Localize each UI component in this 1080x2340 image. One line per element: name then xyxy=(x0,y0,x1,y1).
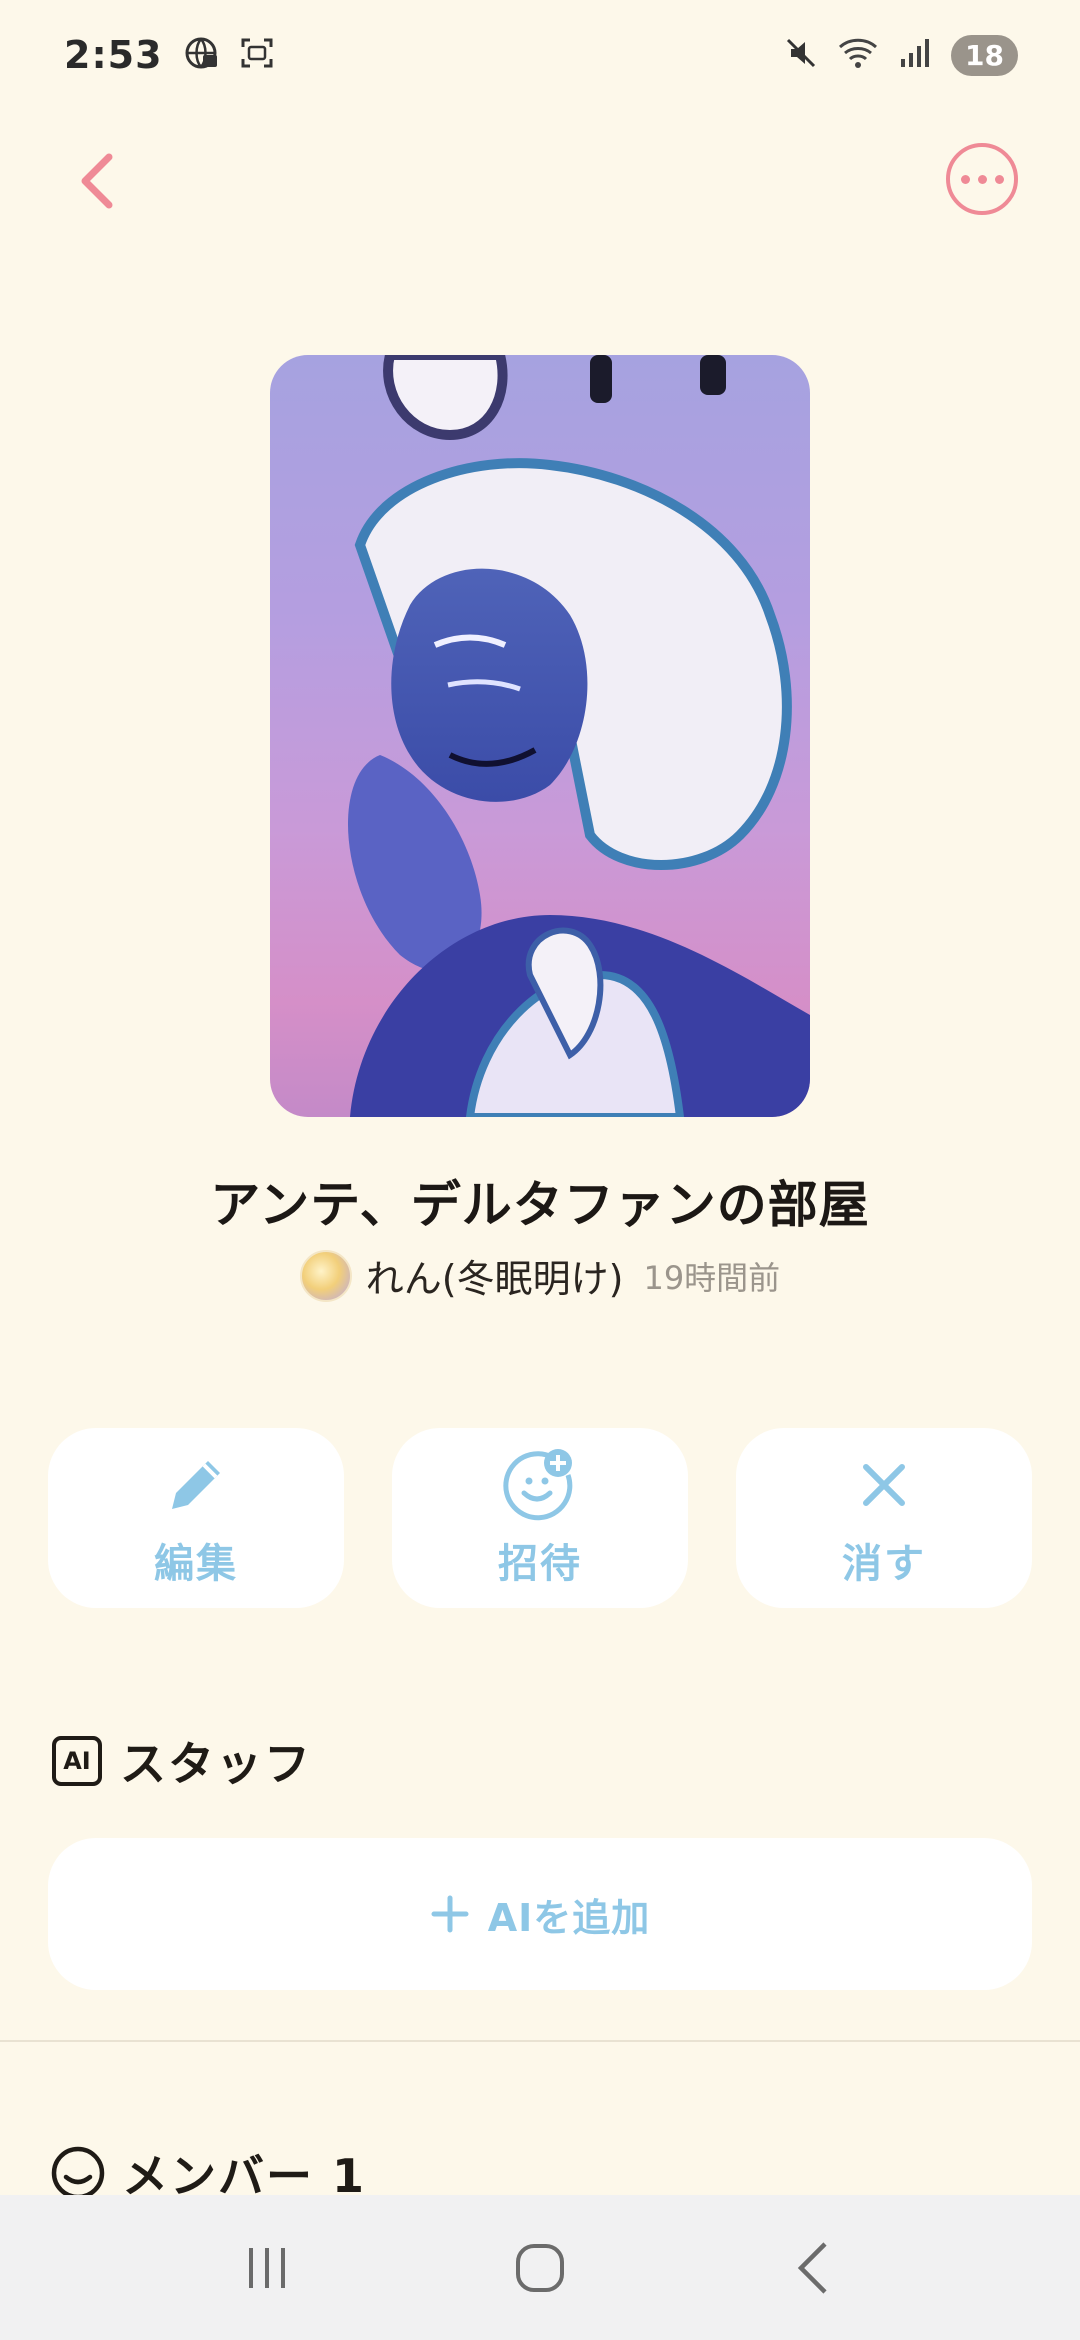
signal-icon xyxy=(897,35,933,75)
more-dot xyxy=(977,174,987,184)
recent-apps-icon xyxy=(248,2247,285,2288)
cover-artwork xyxy=(347,355,810,1117)
system-nav-bar xyxy=(0,2195,1080,2340)
avatar xyxy=(299,1249,352,1302)
pencil-icon xyxy=(158,1447,234,1523)
more-dot xyxy=(994,174,1004,184)
mute-icon xyxy=(783,35,819,75)
smile-plus-icon xyxy=(502,1447,578,1523)
edit-label: 編集 xyxy=(154,1541,238,1587)
screenshot-icon xyxy=(239,35,275,75)
status-left: 2:53 xyxy=(64,33,275,77)
delete-label: 消す xyxy=(842,1541,926,1587)
system-back-button[interactable] xyxy=(763,2218,863,2318)
invite-label: 招待 xyxy=(498,1541,582,1587)
edit-button[interactable]: 編集 xyxy=(48,1428,344,1608)
invite-button[interactable]: 招待 xyxy=(392,1428,688,1608)
recent-apps-button[interactable] xyxy=(217,2218,317,2318)
staff-title: スタッフ xyxy=(120,1737,312,1791)
room-cover-image[interactable] xyxy=(270,355,810,1117)
add-ai-label: AIを追加 xyxy=(487,1895,651,1940)
delete-button[interactable]: 消す xyxy=(736,1428,1032,1608)
divider xyxy=(0,2040,1080,2042)
home-button[interactable] xyxy=(490,2218,590,2318)
back-button[interactable] xyxy=(62,146,132,216)
top-nav xyxy=(0,130,1080,230)
plus-icon xyxy=(431,1895,469,1933)
close-icon xyxy=(846,1447,922,1523)
creator-name: れん(冬眠明け) xyxy=(365,1257,624,1301)
status-time: 2:53 xyxy=(64,33,163,77)
battery-indicator: 18 xyxy=(951,34,1018,76)
wifi-icon xyxy=(837,35,879,75)
staff-header: AI スタッフ xyxy=(52,1728,312,1794)
chevron-left-icon xyxy=(81,153,113,209)
ai-icon: AI xyxy=(52,1736,102,1786)
room-title: アンテ、デルタファンの部屋 xyxy=(210,1176,870,1234)
add-ai-button[interactable]: AIを追加 xyxy=(48,1838,1032,1990)
back-icon xyxy=(798,2241,827,2294)
smile-icon xyxy=(51,2146,105,2200)
creator-row[interactable]: れん(冬眠明け) 19時間前 xyxy=(0,1248,1080,1303)
timestamp: 19時間前 xyxy=(643,1258,781,1297)
more-horizontal-icon xyxy=(960,174,970,184)
home-icon xyxy=(515,2243,564,2292)
status-bar: 2:53 18 xyxy=(0,0,1080,110)
more-options-button[interactable] xyxy=(946,143,1018,215)
action-buttons: 編集 招待 消す xyxy=(48,1428,1032,1608)
status-right: 18 xyxy=(783,34,1018,76)
vpn-globe-icon xyxy=(183,35,219,75)
